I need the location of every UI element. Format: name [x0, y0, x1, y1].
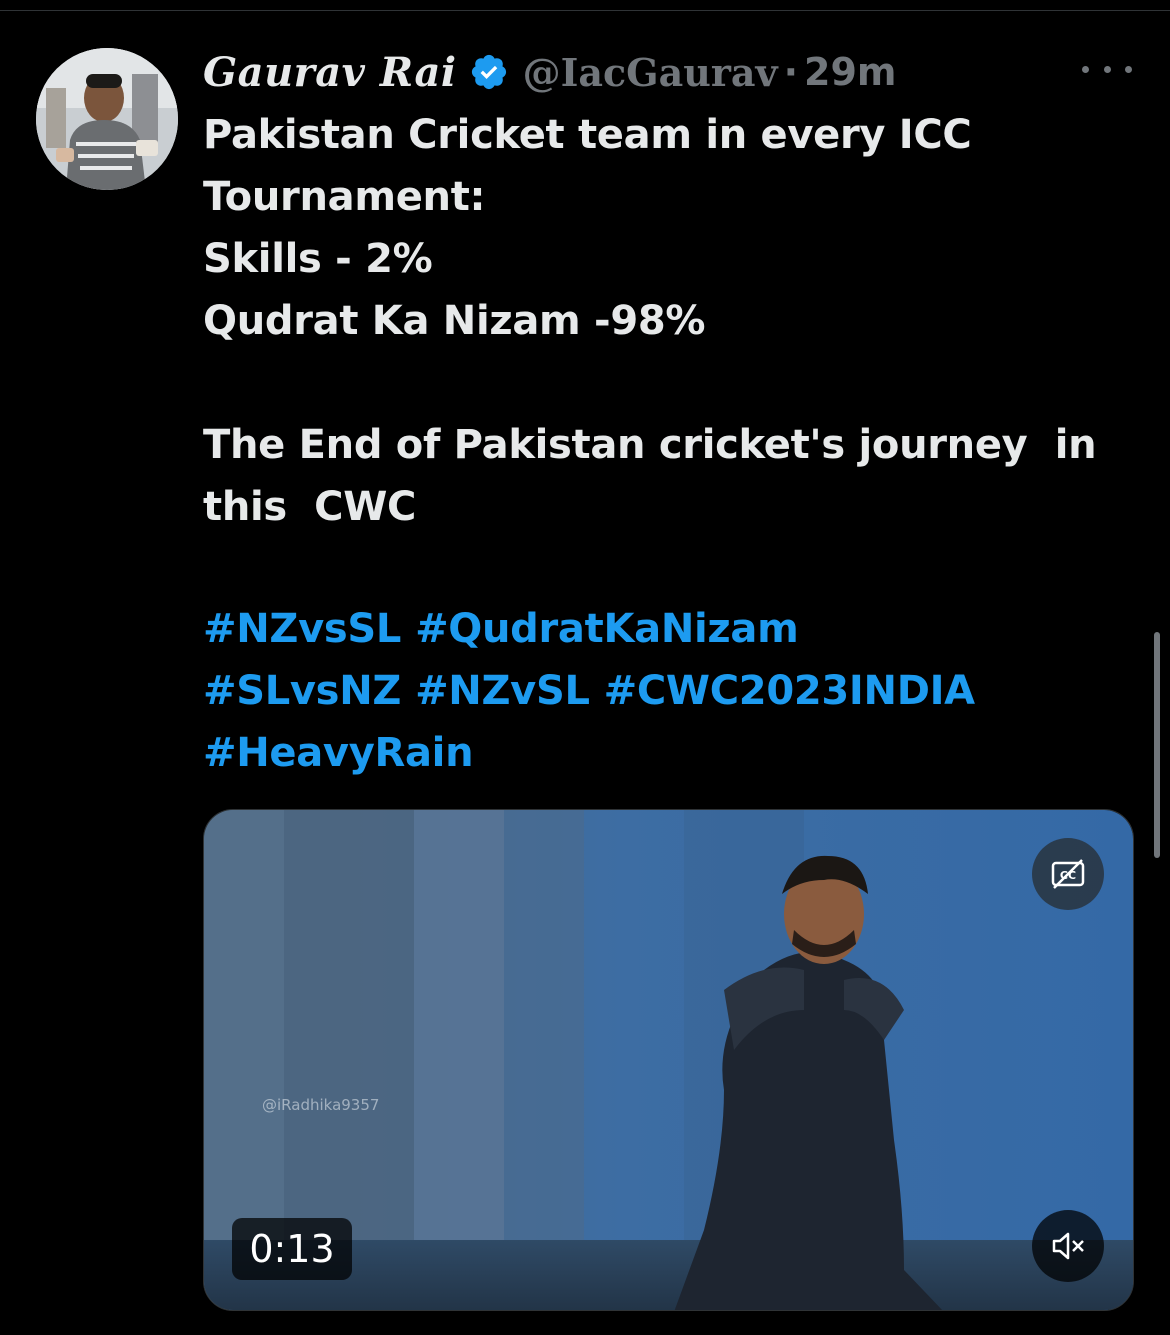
hashtag-row: #HeavyRain	[203, 722, 1143, 784]
avatar[interactable]	[36, 48, 178, 190]
closed-captions-off-icon[interactable]: CC	[1032, 838, 1104, 910]
top-divider	[0, 10, 1170, 11]
more-dot	[1103, 65, 1111, 73]
separator-dot: ·	[783, 50, 798, 94]
hashtag-link[interactable]: #HeavyRain	[203, 730, 474, 776]
hashtag-list: #NZvsSL #QudratKaNizam #SLvsNZ #NZvSL #CWC2…	[203, 598, 1143, 784]
avatar-image	[36, 48, 178, 190]
more-options-icon[interactable]	[1082, 52, 1132, 86]
cc-glyph: CC	[1051, 859, 1085, 889]
volume-muted-icon[interactable]	[1032, 1210, 1104, 1282]
tweet-text: Pakistan Cricket team in every ICC Tourn…	[203, 104, 1143, 538]
video-watermark: @iRadhika9357	[262, 1096, 380, 1114]
tweet-header: Gaurav Rai @IacGaurav · 29m	[203, 44, 896, 100]
tweet-text-line: Tournament:	[203, 174, 486, 220]
hashtag-link[interactable]: #SLvsNZ	[203, 668, 401, 714]
scrollbar[interactable]	[1154, 632, 1160, 858]
user-handle[interactable]: @IacGaurav	[523, 50, 778, 95]
volume-glyph	[1052, 1232, 1084, 1260]
hashtag-link[interactable]: #NZvsSL	[203, 606, 401, 652]
more-dot	[1125, 65, 1132, 73]
hashtag-link[interactable]: #QudratKaNizam	[415, 606, 799, 652]
verified-badge-icon	[471, 54, 506, 90]
more-dot	[1082, 65, 1089, 73]
tweet-text-line: The End of Pakistan cricket's journey in	[203, 422, 1097, 468]
video-duration: 0:13	[232, 1218, 352, 1280]
tweet-text-line: Qudrat Ka Nizam -98%	[203, 298, 706, 344]
tweet-text-line: Pakistan Cricket team in every ICC	[203, 112, 972, 158]
hashtag-link[interactable]: #CWC2023INDIA	[604, 668, 975, 714]
hashtag-row: #SLvsNZ #NZvSL #CWC2023INDIA	[203, 660, 1143, 722]
video-player[interactable]: @iRadhika9357 CC 0:13	[203, 809, 1134, 1311]
tweet-text-line: this CWC	[203, 484, 417, 530]
hashtag-link[interactable]: #NZvSL	[415, 668, 590, 714]
tweet-timestamp[interactable]: 29m	[804, 50, 896, 94]
hashtag-row: #NZvsSL #QudratKaNizam	[203, 598, 1143, 660]
tweet-text-line: Skills - 2%	[203, 236, 433, 282]
display-name[interactable]: Gaurav Rai	[203, 49, 457, 96]
